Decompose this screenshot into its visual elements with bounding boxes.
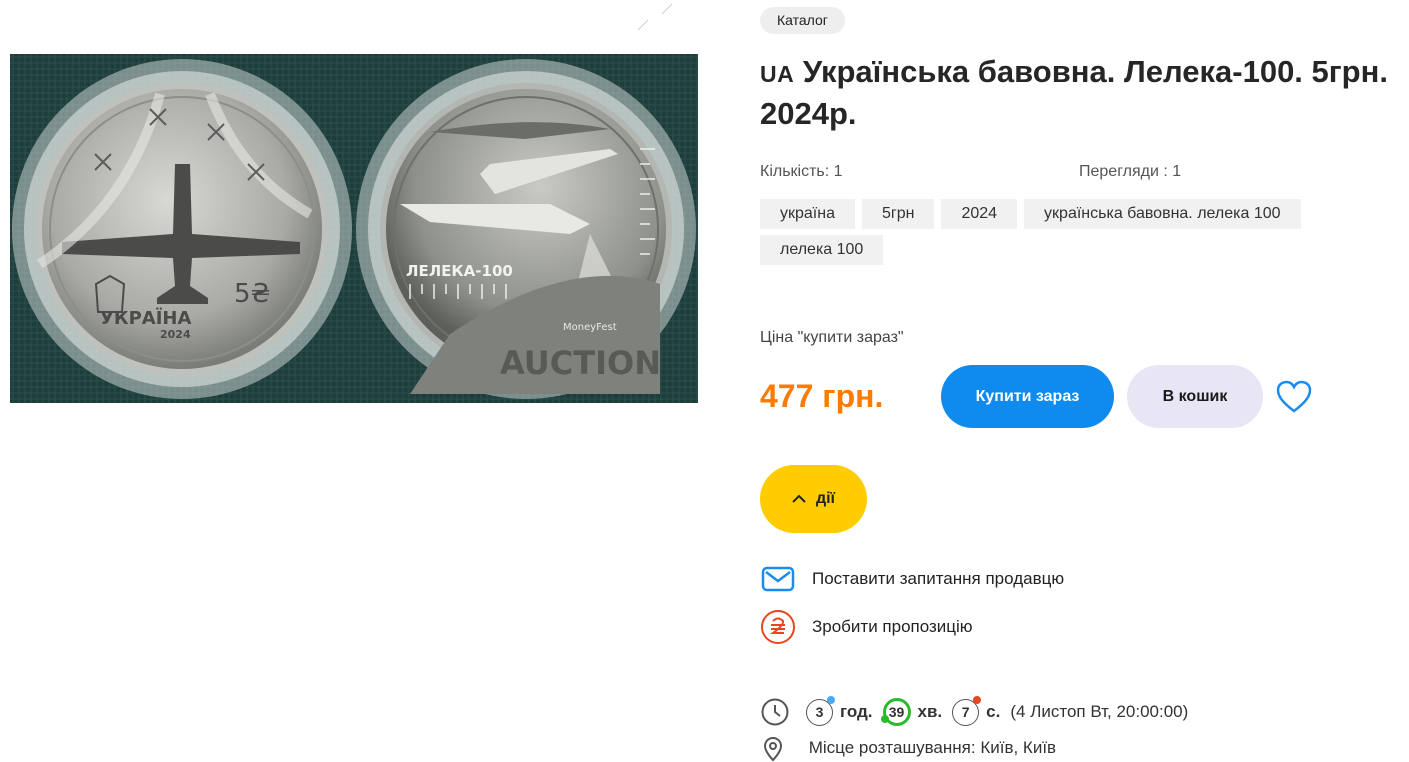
timer-end-text: (4 Листоп Вт, 20:00:00) bbox=[1010, 702, 1189, 721]
product-photo[interactable]: УКРАЇНА 2024 5₴ ЛЕЛЕКА-100 MoneyFest AUC… bbox=[10, 54, 698, 403]
hryvnia-icon bbox=[760, 609, 796, 645]
country-code: UA bbox=[760, 61, 795, 87]
coin-year-text: 2024 bbox=[160, 328, 191, 341]
price-label: Ціна "купити зараз" bbox=[760, 329, 904, 346]
clock-icon bbox=[761, 698, 789, 726]
make-offer-link[interactable]: Зробити пропозицію bbox=[760, 609, 973, 645]
coin-country-text: УКРАЇНА bbox=[100, 307, 191, 329]
price-value: 477 грн. bbox=[760, 378, 884, 414]
tag[interactable]: 5грн bbox=[861, 199, 935, 229]
actions-toggle-button[interactable]: дії bbox=[760, 465, 867, 533]
watermark-text: AUCTION bbox=[500, 344, 661, 382]
ask-seller-link[interactable]: Поставити запитання продавцю bbox=[760, 561, 1064, 597]
views-text: Перегляди : 1 bbox=[1079, 163, 1182, 180]
location-row: Місце розташування: Київ, Київ bbox=[760, 736, 1056, 762]
add-to-cart-button[interactable]: В кошик bbox=[1127, 365, 1263, 428]
quantity-text: Кількість: 1 bbox=[760, 163, 843, 180]
tag[interactable]: україна bbox=[760, 199, 855, 229]
mail-icon bbox=[760, 561, 796, 597]
expand-icon[interactable] bbox=[634, 0, 676, 34]
coin-name-text: ЛЕЛЕКА-100 bbox=[406, 262, 513, 280]
heart-icon[interactable] bbox=[1276, 380, 1312, 414]
timer-hours: 3 bbox=[806, 695, 835, 726]
make-offer-label: Зробити пропозицію bbox=[812, 617, 973, 636]
tag[interactable]: українська бавовна. лелека 100 bbox=[1024, 199, 1301, 229]
tag[interactable]: лелека 100 bbox=[760, 235, 884, 265]
ask-seller-label: Поставити запитання продавцю bbox=[812, 569, 1065, 588]
auction-timer: 3 год. 39 хв. 7 с. (4 Листоп Вт, 20:00:0… bbox=[760, 695, 1189, 727]
buy-now-button[interactable]: Купити зараз bbox=[941, 365, 1114, 428]
watermark-small-text: MoneyFest bbox=[563, 322, 617, 333]
timer-seconds-unit: с. bbox=[986, 702, 1001, 721]
tag[interactable]: 2024 bbox=[941, 199, 1018, 229]
chevron-up-icon bbox=[792, 494, 806, 503]
timer-minutes-unit: хв. bbox=[917, 702, 943, 721]
timer-minutes: 39 bbox=[880, 698, 911, 726]
coin-illustration: УКРАЇНА 2024 5₴ ЛЕЛЕКА-100 MoneyFest AUC… bbox=[10, 54, 698, 403]
actions-toggle-label: дії bbox=[815, 490, 836, 507]
product-title-text: Українська бавовна. Лелека-100. 5грн. 20… bbox=[760, 54, 1388, 131]
timer-hours-unit: год. bbox=[840, 702, 873, 721]
coin-value-text: 5₴ bbox=[234, 279, 271, 309]
tag-list: україна 5грн 2024 українська бавовна. ле… bbox=[760, 199, 1320, 271]
location-pin-icon bbox=[763, 736, 783, 762]
product-title: UA Українська бавовна. Лелека-100. 5грн.… bbox=[760, 52, 1400, 133]
timer-seconds: 7 bbox=[952, 695, 982, 726]
breadcrumb-catalog[interactable]: Каталог bbox=[760, 7, 845, 34]
